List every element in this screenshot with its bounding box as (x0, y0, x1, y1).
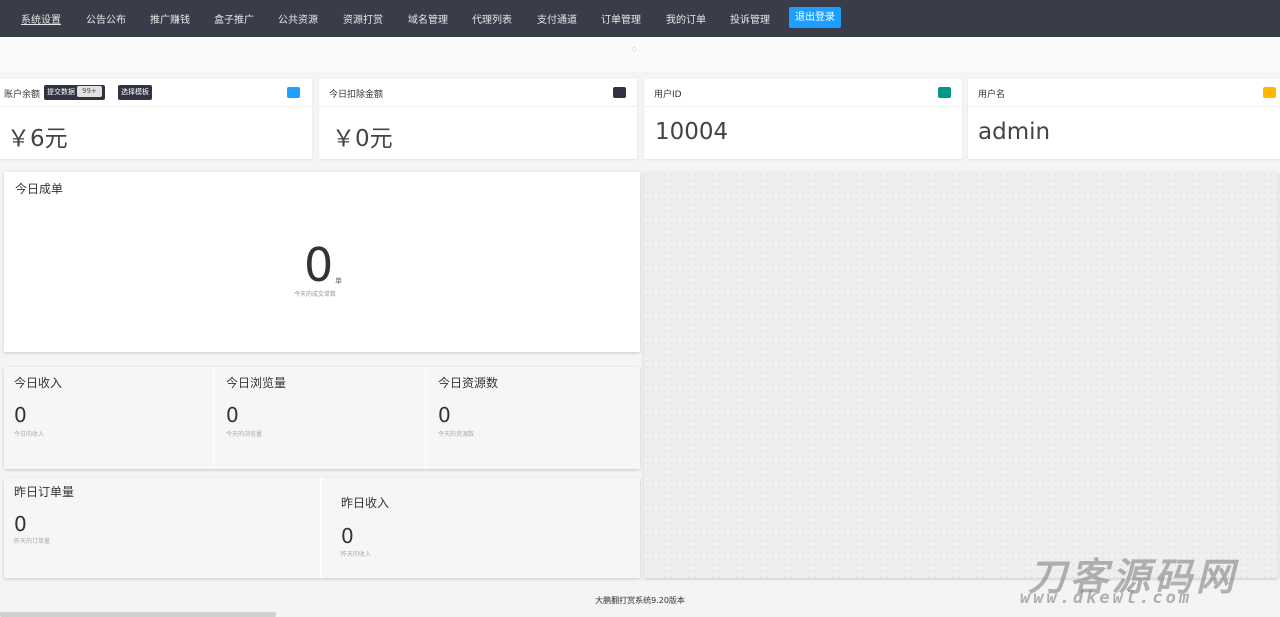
today-views-stat: 今日浏览量 0 今天的浏览量 (216, 367, 426, 469)
stat-title: 今日收入 (14, 376, 63, 390)
stat-value: 0 (14, 403, 27, 427)
today-orders-title: 今日成单 (15, 182, 64, 196)
logout-button[interactable]: 退出登录 (789, 7, 841, 28)
today-orders-desc: 今天的成交单数 (294, 291, 337, 298)
today-deduct-value: ￥0元 (332, 126, 393, 152)
choose-template-button[interactable]: 选择模板 (118, 85, 152, 100)
stat-desc: 昨天的收入 (341, 551, 372, 558)
nav-item-my-orders[interactable]: 我的订单 (666, 11, 706, 26)
stat-value: 0 (341, 524, 354, 548)
today-orders-panel: 今日成单 0 单 今天的成交单数 (4, 172, 640, 352)
stat-value: 0 (226, 403, 239, 427)
yesterday-orders-stat: 昨日订单量 0 昨天的订单量 (4, 478, 322, 578)
card-header: 今日扣除金额 (319, 79, 637, 107)
yesterday-income-stat: 昨日收入 0 昨天的收入 (324, 478, 640, 578)
stat-value: 0 (14, 512, 27, 536)
user-id-card: 用户ID 10004 (644, 79, 962, 159)
username-title: 用户名 (978, 90, 1006, 100)
nav-item-announcements[interactable]: 公告公布 (86, 11, 126, 26)
top-nav: 系统设置 公告公布 推广赚钱 盒子推广 公共资源 资源打赏 域名管理 代理列表 … (0, 0, 1280, 37)
nav-item-agents[interactable]: 代理列表 (472, 11, 512, 26)
today-deduct-title: 今日扣除金额 (329, 90, 384, 100)
yesterday-stats-panel: 昨日订单量 0 昨天的订单量 昨日收入 0 昨天的收入 (4, 478, 640, 578)
nav-item-resource-tips[interactable]: 资源打赏 (343, 11, 383, 26)
stat-desc: 昨天的订单量 (14, 538, 51, 545)
card-header: 用户名 (968, 79, 1280, 107)
user-badge-icon (1263, 87, 1276, 98)
sub-bar: ⁘ (0, 37, 1280, 72)
user-id-value: 10004 (655, 119, 729, 145)
user-id-title: 用户ID (654, 90, 682, 100)
username-value: admin (978, 119, 1051, 145)
plus-badge-icon (613, 87, 626, 98)
today-deduct-card: 今日扣除金额 ￥0元 (319, 79, 637, 159)
today-orders-unit: 单 (335, 277, 342, 285)
stat-desc: 今天的浏览量 (226, 431, 263, 438)
card-header: 用户ID (644, 79, 962, 107)
nav-item-complaints[interactable]: 投诉管理 (730, 11, 770, 26)
right-content-panel (644, 172, 1278, 578)
nav-item-domains[interactable]: 域名管理 (408, 11, 448, 26)
nav-item-promote-earn[interactable]: 推广赚钱 (150, 11, 190, 26)
stat-value: 0 (438, 403, 451, 427)
stat-title: 今日资源数 (438, 376, 499, 390)
today-income-stat: 今日收入 0 今日的收入 (4, 367, 214, 469)
submit-data-label: 提交数据 (47, 88, 75, 96)
nav-item-order-management[interactable]: 订单管理 (601, 11, 641, 26)
nav-item-settings[interactable]: 系统设置 (21, 11, 61, 26)
balance-title: 账户余额 (4, 90, 41, 100)
plus-badge-icon (938, 87, 951, 98)
info-badge-icon (287, 87, 300, 98)
stat-title: 昨日订单量 (14, 485, 75, 499)
nav-item-box-promote[interactable]: 盒子推广 (214, 11, 254, 26)
submit-data-button[interactable]: 提交数据 99+ (44, 85, 105, 100)
today-stats-panel: 今日收入 0 今日的收入 今日浏览量 0 今天的浏览量 今日资源数 0 今天的资… (4, 367, 640, 469)
stat-title: 今日浏览量 (226, 376, 287, 390)
nav-item-public-resources[interactable]: 公共资源 (278, 11, 318, 26)
today-orders-value: 0 (304, 238, 334, 292)
loading-spinner-icon: ⁘ (630, 45, 639, 56)
username-card: 用户名 admin (968, 79, 1280, 159)
horizontal-scrollbar[interactable] (0, 612, 276, 617)
stat-desc: 今天的资源数 (438, 431, 475, 438)
balance-value: ￥6元 (7, 126, 68, 152)
today-resources-stat: 今日资源数 0 今天的资源数 (428, 367, 640, 469)
card-header: 账户余额 提交数据 99+ 选择模板 (0, 79, 312, 107)
stat-desc: 今日的收入 (14, 431, 45, 438)
nav-item-payment-channels[interactable]: 支付通道 (537, 11, 577, 26)
balance-card: 账户余额 提交数据 99+ 选择模板 ￥6元 (0, 79, 312, 159)
footer-version: 大鹏翻打赏系统9.20版本 (595, 596, 685, 605)
stat-title: 昨日收入 (341, 496, 390, 510)
submit-data-count: 99+ (77, 86, 102, 97)
